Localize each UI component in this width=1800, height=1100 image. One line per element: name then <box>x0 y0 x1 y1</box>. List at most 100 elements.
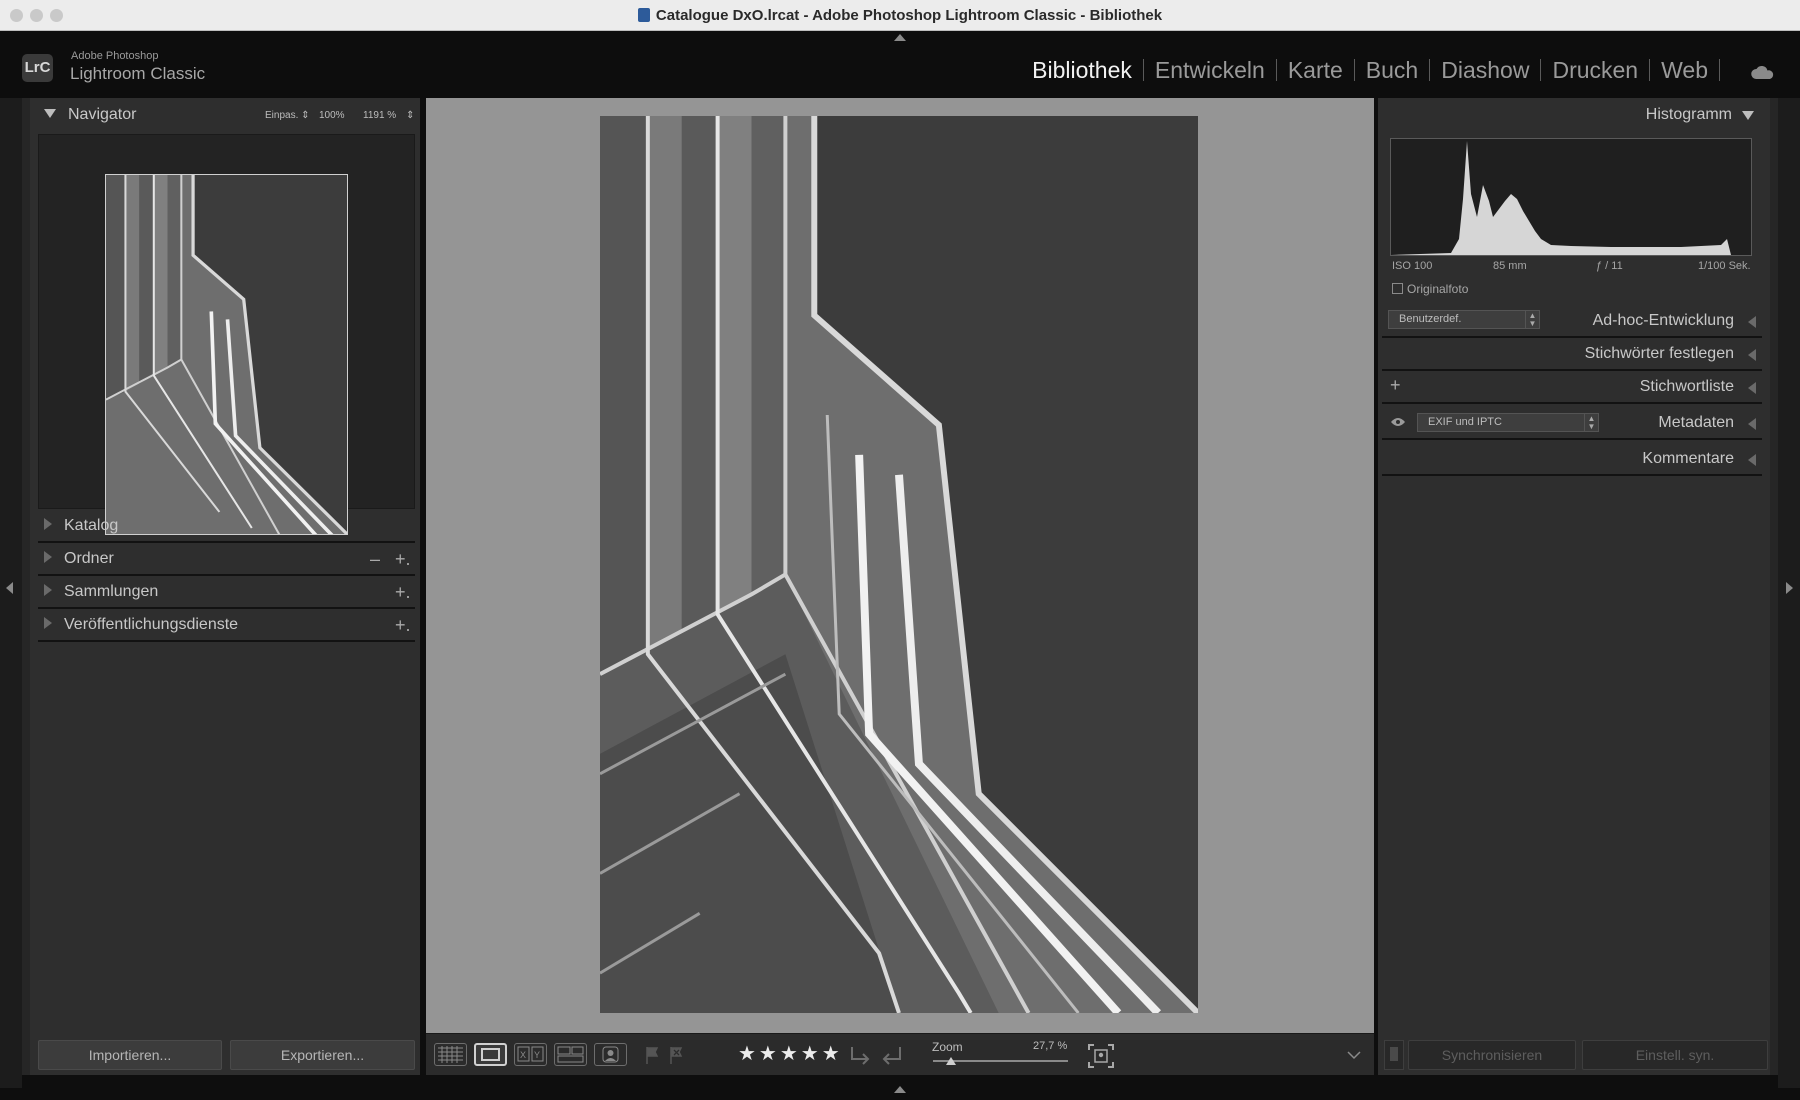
add-publish-service-button[interactable]: +. <box>395 610 411 640</box>
right-panel: Histogramm ISO 100 85 mm ƒ / 11 1/100 Se… <box>1378 98 1778 1075</box>
section-keyword-list[interactable]: + Stichwortliste <box>1382 372 1762 404</box>
compare-view-icon[interactable]: XY <box>514 1043 547 1066</box>
cloud-icon[interactable] <box>1751 65 1775 79</box>
library-toolbar: XY ★★★★★ Zoom 27,7 % <box>426 1033 1374 1075</box>
section-quick-develop[interactable]: Benutzerdef. ▲ ▼ Ad-hoc-Entwicklung <box>1382 306 1762 338</box>
section-keywording[interactable]: Stichwörter festlegen <box>1382 339 1762 371</box>
loupe-view-glyph <box>481 1048 500 1061</box>
section-ordner[interactable]: Ordner – +. <box>38 544 415 576</box>
synchronize-button[interactable]: Synchronisieren <box>1408 1040 1576 1070</box>
star-rating[interactable]: ★★★★★ <box>738 1041 843 1066</box>
collapse-triangle-icon <box>44 109 56 118</box>
left-panel-toggle-icon[interactable] <box>6 582 13 594</box>
lightroom-window: Catalogue DxO.lrcat - Adobe Photoshop Li… <box>0 0 1800 1100</box>
module-diashow[interactable]: Diashow <box>1430 57 1540 84</box>
exif-focal-length: 85 mm <box>1493 260 1527 272</box>
loupe-view-icon[interactable] <box>474 1043 507 1066</box>
navigator-fit-option[interactable]: Einpas. ⇕ <box>265 110 310 121</box>
sync-toggle-switch[interactable] <box>1384 1040 1404 1070</box>
histogram[interactable] <box>1390 138 1752 256</box>
main-photo-image <box>600 116 1198 1013</box>
survey-view-glyph <box>557 1046 584 1063</box>
navigator-zoom-option[interactable]: 1191 % <box>363 110 396 121</box>
toolbar-options-chevron-icon[interactable] <box>1346 1049 1362 1061</box>
zoom-slider-handle[interactable] <box>945 1057 956 1065</box>
export-button[interactable]: Exportieren... <box>230 1040 415 1070</box>
flag-pick-icon[interactable] <box>644 1045 660 1065</box>
dropdown-arrows-icon: ▲ ▼ <box>1584 414 1598 431</box>
brand-line-2: Lightroom Classic <box>70 64 206 83</box>
dropdown-arrows-icon: ▲ ▼ <box>1525 311 1539 328</box>
right-panel-toggle-icon[interactable] <box>1786 582 1793 594</box>
sync-settings-button[interactable]: Einstell. syn. <box>1582 1040 1768 1070</box>
import-button[interactable]: Importieren... <box>38 1040 222 1070</box>
navigator-thumbnail[interactable] <box>105 174 348 535</box>
module-drucken[interactable]: Drucken <box>1541 57 1649 84</box>
window-title: Catalogue DxO.lrcat - Adobe Photoshop Li… <box>0 7 1800 24</box>
section-veroeffentlichungsdienste[interactable]: Veröffentlichungsdienste +. <box>38 610 415 642</box>
rotate-right-icon[interactable] <box>878 1043 904 1067</box>
expand-triangle-icon <box>1748 316 1756 328</box>
people-view-glyph <box>602 1046 619 1063</box>
section-comments[interactable]: Kommentare <box>1382 442 1762 476</box>
histogram-graph <box>1391 141 1731 255</box>
remove-folder-button[interactable]: – <box>370 544 380 574</box>
expand-triangle-icon <box>1748 382 1756 394</box>
rotate-left-icon[interactable] <box>848 1043 874 1067</box>
section-metadata[interactable]: EXIF und IPTC ▲ ▼ Metadaten <box>1382 406 1762 440</box>
main-photo[interactable] <box>600 116 1198 1013</box>
filmstrip-toggle-icon[interactable] <box>894 1086 906 1093</box>
exif-shutter: 1/100 Sek. <box>1698 260 1751 272</box>
expand-triangle-icon <box>1748 418 1756 430</box>
navigator-zoom-stepper-icon[interactable]: ⇕ <box>406 110 414 121</box>
module-bibliothek[interactable]: Bibliothek <box>1021 57 1143 84</box>
navigator-fit-label: Einpas. <box>265 110 299 121</box>
original-photo-label: Originalfoto <box>1407 282 1469 296</box>
right-panel-edge[interactable] <box>1778 98 1800 1088</box>
right-panel-scrollbar[interactable] <box>1770 98 1778 1075</box>
comments-label: Kommentare <box>1642 450 1734 467</box>
keyword-list-label: Stichwortliste <box>1639 378 1734 395</box>
flag-reject-icon[interactable] <box>668 1045 684 1065</box>
quick-develop-preset-dropdown[interactable]: Benutzerdef. ▲ ▼ <box>1388 310 1540 329</box>
exif-iso: ISO 100 <box>1392 260 1433 272</box>
module-web[interactable]: Web <box>1650 57 1719 84</box>
metadata-preset-dropdown[interactable]: EXIF und IPTC ▲ ▼ <box>1417 413 1599 432</box>
left-panel-edge[interactable] <box>0 98 22 1088</box>
compare-view-glyph: XY <box>517 1046 544 1062</box>
left-panel: Navigator Einpas. ⇕ 100% 1191 % ⇕ Katalo… <box>22 98 420 1075</box>
section-label: Veröffentlichungsdienste <box>64 616 239 633</box>
expand-triangle-icon <box>44 518 52 530</box>
expand-triangle-icon <box>1748 349 1756 361</box>
quick-develop-label: Ad-hoc-Entwicklung <box>1592 312 1734 329</box>
add-collection-button[interactable]: +. <box>395 577 411 607</box>
module-separator <box>1719 59 1720 81</box>
section-sammlungen[interactable]: Sammlungen +. <box>38 577 415 609</box>
navigator-preview[interactable] <box>38 134 415 535</box>
original-photo-checkbox[interactable] <box>1392 283 1403 294</box>
eye-icon[interactable] <box>1390 417 1406 427</box>
module-karte[interactable]: Karte <box>1277 57 1354 84</box>
collapse-triangle-icon[interactable] <box>1742 111 1754 120</box>
add-keyword-button[interactable]: + <box>1390 375 1401 396</box>
module-entwickeln[interactable]: Entwickeln <box>1144 57 1276 84</box>
left-panel-scrollbar[interactable] <box>22 98 30 1075</box>
zoom-value: 27,7 % <box>1033 1040 1068 1052</box>
crop-overlay-icon[interactable] <box>1087 1043 1115 1069</box>
sync-toggle-knob <box>1390 1047 1398 1061</box>
original-photo-toggle[interactable]: Originalfoto <box>1392 282 1468 296</box>
metadata-label: Metadaten <box>1658 414 1734 431</box>
survey-view-icon[interactable] <box>554 1043 587 1066</box>
people-view-icon[interactable] <box>594 1043 627 1066</box>
section-katalog[interactable]: Katalog <box>38 511 415 543</box>
module-buch[interactable]: Buch <box>1355 57 1429 84</box>
add-folder-button[interactable]: +. <box>395 544 411 574</box>
navigator-header[interactable]: Navigator <box>44 106 136 136</box>
top-panel-toggle-icon[interactable] <box>894 34 906 41</box>
grid-view-icon[interactable] <box>434 1043 467 1066</box>
navigator-100-option[interactable]: 100% <box>319 110 345 121</box>
exif-aperture: ƒ / 11 <box>1596 260 1623 272</box>
title-bar: Catalogue DxO.lrcat - Adobe Photoshop Li… <box>0 0 1800 31</box>
lrc-logo: LrC <box>22 54 53 82</box>
histogram-label[interactable]: Histogramm <box>1646 106 1732 124</box>
